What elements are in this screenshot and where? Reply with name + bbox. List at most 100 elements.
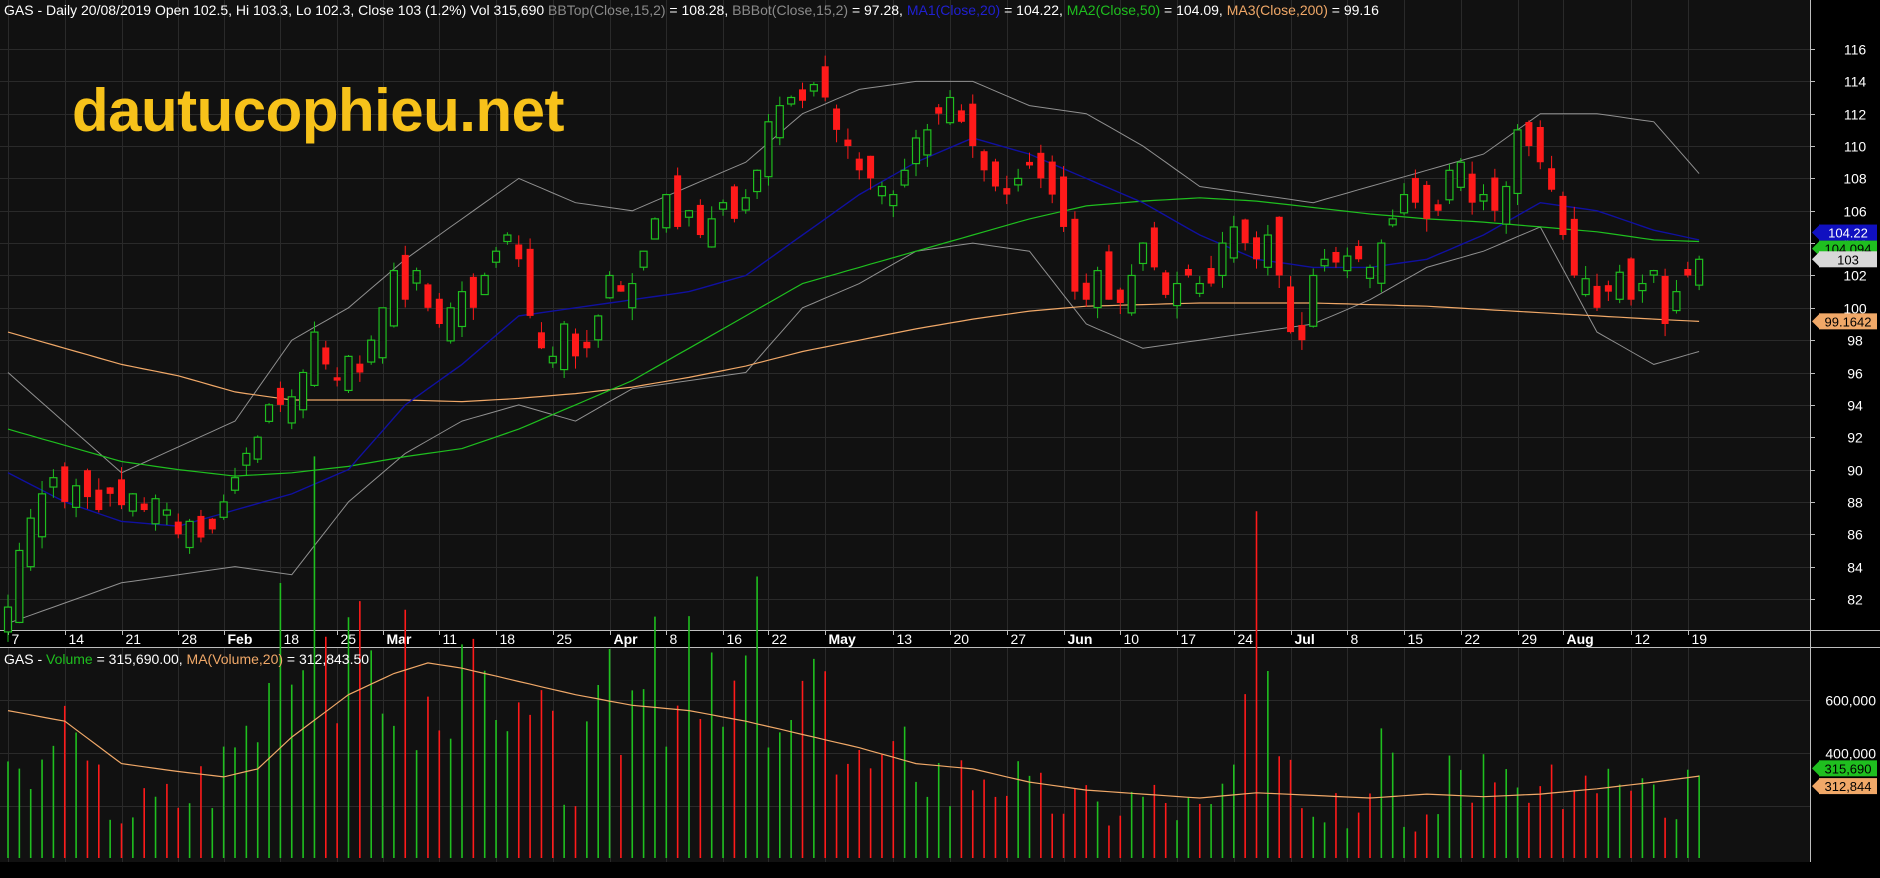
x-tick-label-18: 27 [1011, 631, 1027, 647]
x-tick-label-3: 28 [182, 631, 198, 647]
candle-body-59 [674, 175, 682, 227]
candle-body-117 [1332, 251, 1340, 263]
x-tick-label-17: 20 [954, 631, 970, 647]
stock-chart-window: GAS - Daily 20/08/2019 Open 102.5, Hi 10… [0, 0, 1880, 878]
candle-body-84 [957, 110, 965, 122]
x-tick-label-28: Aug [1567, 631, 1594, 647]
candle-body-2 [26, 517, 35, 568]
price-badge-pointer [1812, 225, 1819, 240]
x-tick-label-21: 17 [1181, 631, 1197, 647]
candle-body-87 [991, 161, 999, 187]
candle-body-129 [1468, 173, 1476, 203]
candle-body-149 [1695, 258, 1704, 286]
candle-body-79 [900, 169, 909, 186]
candle-body-70 [799, 89, 806, 101]
volume-badge-text: 312,844 [1825, 779, 1872, 794]
y-tick-label-6: 94 [1847, 398, 1863, 414]
volume-badge-pointer [1812, 779, 1819, 794]
x-tick-label-7: Mar [387, 631, 412, 647]
candle-body-81 [923, 129, 932, 156]
candle-body-130 [1479, 193, 1488, 202]
x-tick-label-1: 14 [69, 631, 85, 647]
candle-body-111 [1263, 234, 1272, 268]
candle-body-61 [696, 204, 704, 236]
x-tick-label-29: 12 [1635, 631, 1651, 647]
y-tick-label-3: 88 [1847, 495, 1863, 511]
volume-panel-header: GAS - Volume = 315,690.00, MA(Volume,20)… [4, 651, 369, 667]
candle-body-43 [491, 250, 501, 263]
candle-body-83 [945, 96, 955, 124]
candle-body-100 [1138, 242, 1148, 265]
candle-body-30 [344, 355, 353, 392]
x-tick-label-27: 29 [1522, 631, 1538, 647]
y-tick-label-4: 90 [1847, 463, 1863, 479]
price-header-prefix: GAS - Daily 20/08/2019 Open 102.5, Hi 10… [4, 2, 549, 18]
candle-body-1 [15, 549, 24, 624]
candle-body-98 [1116, 289, 1124, 303]
candle-body-54 [617, 285, 625, 292]
price-badge-0: 104.22 [1812, 224, 1877, 241]
candle-body-64 [730, 186, 738, 219]
candle-body-91 [1037, 152, 1045, 179]
candle-body-19 [219, 501, 228, 518]
candle-body-138 [1570, 218, 1578, 276]
candle-body-127 [1445, 169, 1454, 201]
volume-badge-text: 315,690 [1825, 761, 1872, 776]
candle-body-114 [1298, 324, 1306, 341]
candle-body-42 [480, 274, 489, 296]
candle-body-93 [1060, 176, 1068, 227]
candle-body-88 [1003, 188, 1011, 195]
y-tick-label-8: 98 [1847, 333, 1863, 349]
candle-body-24 [276, 387, 284, 405]
candle-body-62 [707, 218, 716, 248]
candle-body-142 [1615, 271, 1624, 300]
candle-body-67 [764, 121, 773, 178]
volume-header-prefix: GAS - [4, 651, 47, 667]
candle-body-115 [1309, 274, 1318, 327]
volume-badge-1: 312,844 [1812, 778, 1877, 795]
candle-body-3 [37, 493, 47, 538]
y-tick-label-12: 106 [1843, 204, 1867, 220]
candle-body-26 [299, 371, 308, 411]
candle-body-145 [1649, 270, 1658, 276]
candle-body-148 [1684, 269, 1692, 276]
candle-body-4 [49, 477, 58, 488]
ma3-label: MA3(Close,200) [1226, 2, 1328, 18]
candle-body-65 [741, 197, 750, 211]
candle-body-136 [1548, 168, 1556, 190]
candle-body-57 [650, 218, 660, 240]
price-badge-pointer [1812, 252, 1819, 267]
candle-body-7 [83, 470, 91, 498]
candle-body-102 [1162, 272, 1170, 295]
candle-body-131 [1491, 177, 1499, 211]
y-tick-label-7: 96 [1847, 366, 1863, 382]
candle-body-68 [775, 105, 784, 139]
volume-label: Volume [46, 651, 93, 667]
candle-body-121 [1377, 242, 1386, 284]
candle-body-103 [1172, 282, 1182, 307]
x-tick-label-22: 24 [1238, 631, 1254, 647]
candle-body-139 [1581, 278, 1590, 296]
candle-body-44 [503, 234, 512, 243]
x-tick-label-9: 18 [500, 631, 516, 647]
x-tick-label-10: 25 [557, 631, 573, 647]
candle-body-73 [833, 108, 841, 130]
x-tick-label-16: 13 [897, 631, 913, 647]
bbtop-label: BBTop(Close,15,2) [548, 2, 666, 18]
candle-body-41 [469, 276, 477, 308]
y-tick-label-1: 84 [1847, 560, 1863, 576]
candle-body-63 [718, 202, 728, 210]
x-tick-label-19: Jun [1068, 631, 1093, 647]
y-tick-label-10: 102 [1843, 268, 1867, 284]
x-tick-label-30: 19 [1692, 631, 1708, 647]
x-tick-label-2: 21 [126, 631, 142, 647]
candle-body-58 [662, 193, 671, 229]
candle-body-28 [322, 347, 330, 365]
candle-body-45 [515, 244, 523, 260]
candle-body-8 [95, 489, 103, 511]
candle-body-105 [1195, 282, 1204, 294]
x-tick-label-26: 22 [1465, 631, 1481, 647]
candle-body-48 [548, 355, 557, 364]
x-tick-label-8: 11 [443, 631, 458, 647]
candle-body-5 [61, 466, 69, 502]
